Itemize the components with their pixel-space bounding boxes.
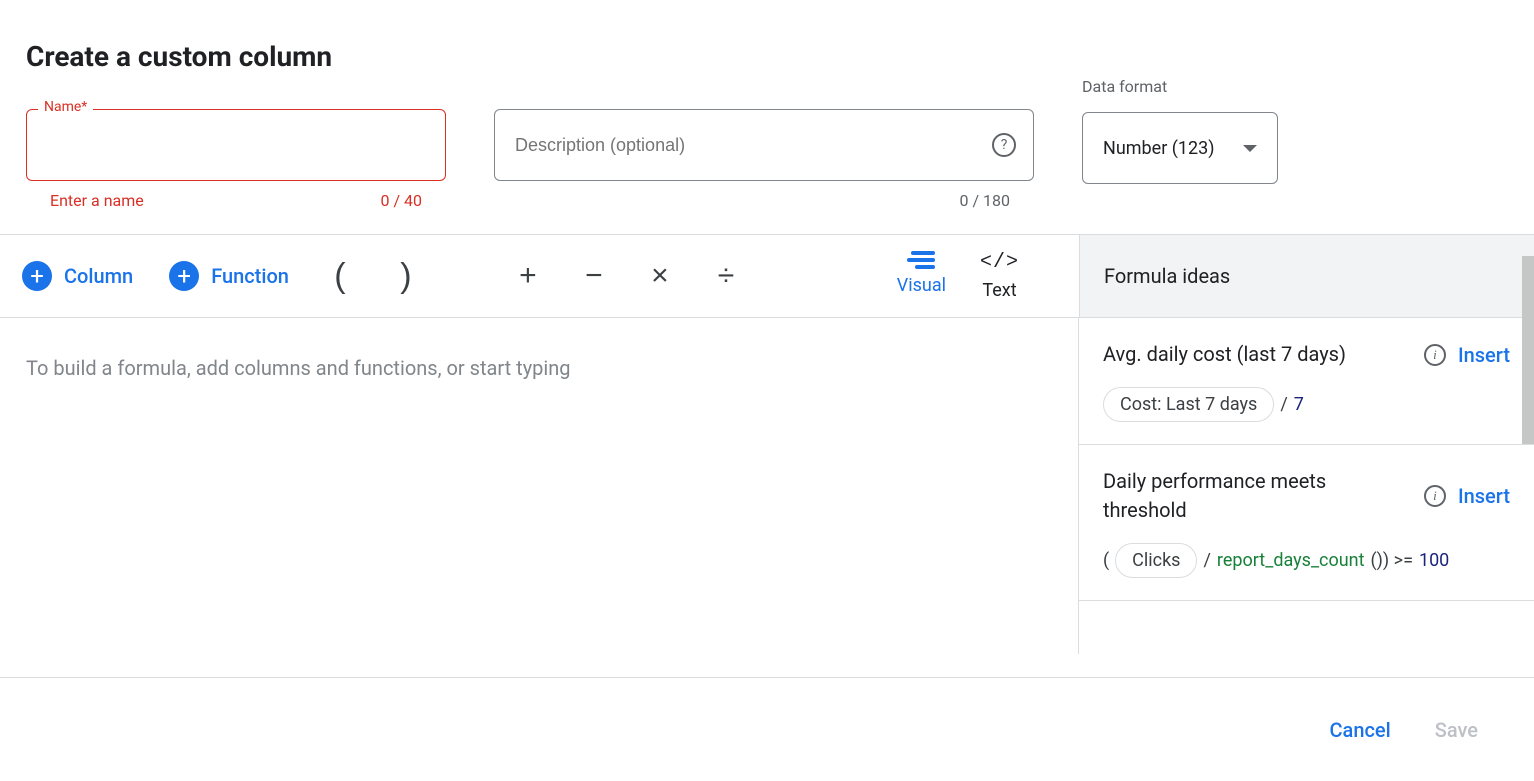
help-icon[interactable]: ? (992, 133, 1016, 157)
dialog-footer: Cancel Save (0, 677, 1534, 781)
formula-toolbar: + Column + Function ( ) + − × ÷ Visual <… (0, 234, 1534, 318)
formula-idea-item: Daily performance meets threshold i Inse… (1079, 445, 1534, 601)
plus-icon: + (22, 261, 52, 291)
code-icon: </> (980, 251, 1019, 274)
name-field-wrap: Name* Enter a name 0 / 40 (26, 109, 446, 210)
scrollbar[interactable] (1522, 256, 1534, 444)
chevron-down-icon (1243, 145, 1257, 152)
text-mode-tab[interactable]: </> Text (980, 251, 1019, 301)
idea-title: Daily performance meets threshold (1103, 467, 1412, 525)
insert-button[interactable]: Insert (1458, 484, 1510, 508)
visual-mode-tab[interactable]: Visual (897, 251, 946, 301)
operator-text: ()) >= (1371, 550, 1413, 571)
plus-icon: + (169, 261, 199, 291)
data-format-wrap: Data format Number (123) (1082, 77, 1278, 184)
plus-operator-button[interactable]: + (513, 259, 543, 293)
formula-idea-item: Avg. daily cost (last 7 days) i Insert C… (1079, 318, 1534, 445)
visual-icon (907, 251, 935, 269)
idea-formula-preview: Cost: Last 7 days / 7 (1103, 387, 1510, 422)
minus-operator-button[interactable]: − (579, 259, 609, 293)
operator-text: / (1203, 550, 1210, 571)
description-field-wrap: ? 0 / 180 (494, 109, 1034, 210)
save-button: Save (1435, 718, 1478, 742)
data-format-value: Number (123) (1103, 138, 1215, 159)
open-paren-button[interactable]: ( (325, 257, 355, 296)
close-paren-button[interactable]: ) (391, 257, 421, 296)
data-format-select[interactable]: Number (123) (1082, 112, 1278, 184)
name-label: Name* (38, 99, 93, 115)
add-column-button[interactable]: + Column (22, 261, 133, 291)
visual-label: Visual (897, 275, 946, 296)
column-chip: Clicks (1115, 543, 1197, 578)
function-label: Function (211, 264, 289, 288)
name-char-count: 0 / 40 (380, 191, 422, 210)
formula-placeholder: To build a formula, add columns and func… (26, 356, 571, 380)
formula-ideas-header: Formula ideas (1079, 235, 1534, 317)
insert-button[interactable]: Insert (1458, 343, 1510, 367)
data-format-label: Data format (1082, 77, 1278, 96)
idea-title: Avg. daily cost (last 7 days) (1103, 340, 1412, 369)
column-label: Column (64, 264, 133, 288)
name-helper-text: Enter a name (50, 191, 144, 210)
formula-ideas-title: Formula ideas (1104, 264, 1230, 288)
operator-text: / (1280, 394, 1287, 415)
function-literal: report_days_count (1217, 550, 1365, 571)
formula-editor[interactable]: To build a formula, add columns and func… (0, 318, 1078, 654)
info-icon[interactable]: i (1424, 344, 1446, 366)
add-function-button[interactable]: + Function (169, 261, 289, 291)
divide-operator-button[interactable]: ÷ (711, 259, 741, 293)
number-literal: 100 (1419, 550, 1449, 571)
column-chip: Cost: Last 7 days (1103, 387, 1274, 422)
name-input[interactable] (26, 109, 446, 181)
info-icon[interactable]: i (1424, 485, 1446, 507)
description-input[interactable] (494, 109, 1034, 181)
idea-formula-preview: ( Clicks / report_days_count ()) >= 100 (1103, 543, 1510, 578)
page-title: Create a custom column (26, 40, 1508, 73)
cancel-button[interactable]: Cancel (1330, 718, 1391, 742)
paren-text: ( (1103, 550, 1109, 571)
multiply-operator-button[interactable]: × (645, 259, 675, 293)
number-literal: 7 (1294, 394, 1304, 415)
description-char-count: 0 / 180 (959, 191, 1010, 210)
formula-ideas-panel: Avg. daily cost (last 7 days) i Insert C… (1078, 318, 1534, 654)
text-label: Text (982, 280, 1016, 301)
